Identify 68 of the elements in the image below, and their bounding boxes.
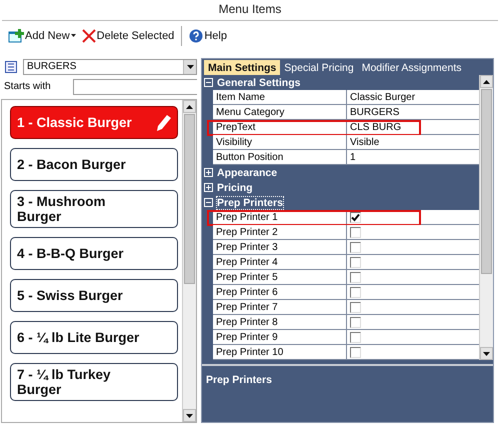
list-icon — [5, 60, 17, 72]
property-name: Menu Category — [213, 105, 347, 119]
up-arrow-icon[interactable] — [483, 80, 490, 84]
property-name: Visibility — [213, 135, 347, 149]
property-name: Prep Printer 10 — [213, 345, 347, 359]
up-arrow-icon[interactable] — [186, 104, 193, 108]
property-value[interactable]: CLS BURG — [347, 120, 479, 134]
down-arrow-icon[interactable] — [483, 352, 490, 356]
checkbox[interactable] — [350, 226, 361, 238]
tab[interactable]: Special Pricing — [280, 60, 358, 75]
property-name: Prep Printer 5 — [213, 270, 347, 284]
description-title: Prep Printers — [206, 374, 272, 386]
menu-item-button[interactable]: 7 - ¼ lb Turkey Burger — [10, 363, 178, 401]
checkbox[interactable] — [350, 302, 361, 312]
checkbox[interactable] — [350, 212, 361, 222]
menu-item-button[interactable]: 4 - B-B-Q Burger — [10, 237, 178, 270]
property-value[interactable]: Classic Burger — [347, 90, 479, 104]
help-icon — [189, 28, 204, 42]
property-name: Prep Printer 3 — [213, 240, 347, 254]
property-name: Button Position — [213, 150, 347, 164]
tab[interactable]: Main Settings — [204, 60, 280, 75]
grid-scrollbar[interactable] — [479, 75, 493, 360]
property-name: Prep Printer 1 — [213, 210, 347, 224]
delete-button[interactable]: Delete Selected — [80, 26, 176, 46]
down-arrow-icon[interactable] — [186, 64, 194, 68]
property-value[interactable]: 1 — [347, 150, 479, 164]
expand-icon[interactable] — [204, 183, 213, 192]
checkbox[interactable] — [350, 316, 361, 328]
group-header[interactable]: Pricing — [217, 182, 253, 194]
property-name: Prep Printer 8 — [213, 315, 347, 329]
help-button[interactable]: Help — [187, 26, 229, 46]
window-title: Menu Items — [218, 1, 282, 18]
starts-with-field[interactable] — [73, 78, 197, 94]
down-arrow-icon[interactable] — [186, 414, 193, 418]
property-name: Prep Printer 6 — [213, 285, 347, 299]
property-name: Prep Printer 4 — [213, 255, 347, 269]
menu-item-button[interactable]: 3 - Mushroom Burger — [10, 190, 178, 228]
scrollbar[interactable] — [182, 100, 196, 422]
add-window-icon — [8, 28, 24, 42]
property-name: PrepText — [213, 120, 347, 134]
category-dropdown[interactable]: BURGERS — [23, 58, 197, 74]
checkbox[interactable] — [350, 272, 361, 282]
filter-label: Starts with — [3, 81, 52, 92]
expand-icon[interactable] — [204, 168, 213, 177]
property-name: Prep Printer 2 — [213, 225, 347, 239]
delete-icon — [82, 28, 96, 42]
group-header[interactable]: General Settings — [217, 76, 300, 88]
menu-item-button[interactable]: 2 - Bacon Burger — [10, 148, 178, 181]
checkbox[interactable] — [350, 242, 361, 252]
checkbox[interactable] — [350, 346, 361, 358]
property-value[interactable]: Visible — [347, 135, 479, 149]
menu-item-button[interactable]: 6 - ¼ lb Lite Burger — [10, 321, 178, 354]
group-header[interactable]: Prep Printers — [217, 196, 283, 208]
checkbox[interactable] — [350, 332, 361, 342]
property-name: Prep Printer 9 — [213, 330, 347, 344]
collapse-icon[interactable] — [204, 198, 213, 207]
collapse-icon[interactable] — [204, 78, 213, 87]
add-button[interactable]: Add New — [6, 26, 78, 46]
group-header[interactable]: Appearance — [217, 166, 278, 178]
property-name: Prep Printer 7 — [213, 300, 347, 314]
tab[interactable]: Modifier Assignments — [358, 60, 466, 75]
checkbox[interactable] — [350, 256, 361, 268]
pencil-icon — [157, 114, 171, 130]
property-value[interactable]: BURGERS — [347, 105, 479, 119]
checkbox[interactable] — [350, 286, 361, 298]
property-name: Item Name — [213, 90, 347, 104]
menu-item-button[interactable]: 5 - Swiss Burger — [10, 279, 178, 312]
menu-item-button[interactable]: 1 - Classic Burger — [10, 106, 178, 139]
